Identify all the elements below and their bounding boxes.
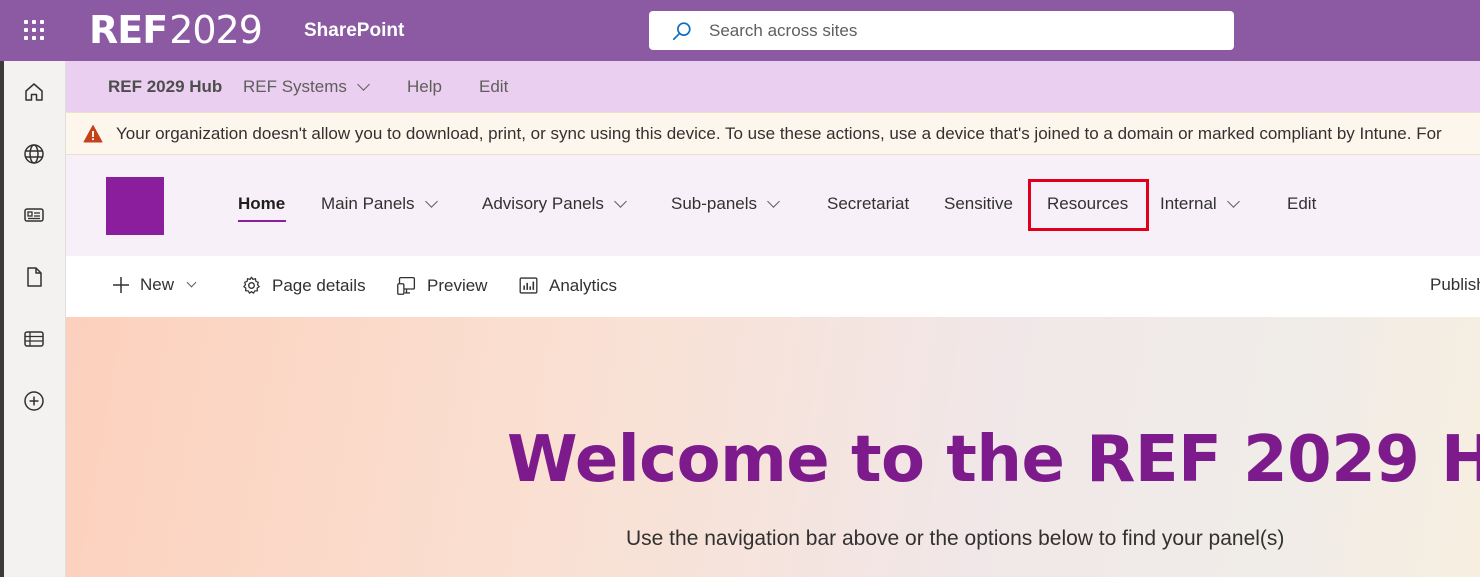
site-nav-item-main-panels[interactable]: Main Panels: [321, 194, 438, 214]
list-icon[interactable]: [22, 327, 46, 351]
file-icon[interactable]: [22, 265, 46, 289]
publish-button[interactable]: Publish: [1430, 275, 1480, 295]
warning-banner: Your organization doesn't allow you to d…: [66, 112, 1480, 155]
left-rail: [0, 61, 66, 577]
gear-icon: [243, 276, 260, 294]
hero-title: Welcome to the REF 2029 Hub: [507, 423, 1480, 497]
app-launcher-icon[interactable]: [24, 20, 44, 40]
hub-nav-item-label: REF Systems: [243, 76, 347, 96]
publish-label: Publish: [1430, 275, 1480, 294]
analytics-icon: [519, 277, 538, 294]
site-nav-item-label: Sensitive: [944, 194, 1013, 213]
new-button[interactable]: New: [112, 275, 197, 295]
site-nav-item-advisory-panels[interactable]: Advisory Panels: [482, 194, 627, 214]
chevron-down-icon: [767, 195, 780, 208]
highlight-annotation-box: [1028, 179, 1149, 231]
preview-button[interactable]: Preview: [396, 275, 487, 296]
site-nav-item-label: Secretariat: [827, 194, 910, 213]
search-box[interactable]: Search across sites: [649, 11, 1234, 50]
site-nav-item-label: Internal: [1160, 194, 1217, 213]
chevron-down-icon: [186, 277, 197, 288]
analytics-button[interactable]: Analytics: [518, 275, 617, 296]
site-nav-item-edit[interactable]: Edit: [1287, 194, 1316, 214]
new-button-label: New: [140, 275, 175, 294]
home-icon[interactable]: [22, 80, 46, 104]
site-nav-item-label: Main Panels: [321, 194, 415, 213]
hub-nav-item-label: Help: [407, 76, 442, 96]
chevron-down-icon: [1226, 195, 1240, 208]
brand-logo[interactable]: REF 2029: [89, 8, 263, 52]
hero-banner: Welcome to the REF 2029 Hub Use the navi…: [66, 317, 1480, 577]
page-details-button[interactable]: Page details: [241, 275, 366, 296]
analytics-label: Analytics: [549, 275, 618, 295]
site-nav-item-secretariat[interactable]: Secretariat: [827, 194, 909, 214]
active-nav-underline: [238, 220, 286, 222]
app-name[interactable]: SharePoint: [304, 20, 404, 42]
site-nav-item-sub-panels[interactable]: Sub-panels: [671, 194, 780, 214]
suite-bar: REF 2029 SharePoint Search across sites: [0, 0, 1480, 61]
add-icon[interactable]: [22, 389, 46, 413]
hub-nav-item-ref-systems[interactable]: REF Systems: [243, 76, 370, 97]
page-details-label: Page details: [272, 275, 366, 295]
hub-title[interactable]: REF 2029 Hub: [108, 77, 222, 97]
chevron-down-icon: [614, 195, 627, 208]
hub-nav-item-label: Edit: [479, 76, 509, 96]
hub-nav-item-help[interactable]: Help: [407, 77, 442, 97]
search-icon: [672, 21, 691, 40]
site-nav-item-label: Edit: [1287, 194, 1317, 213]
site-nav-item-home[interactable]: Home: [238, 194, 285, 214]
plus-icon: [113, 277, 129, 293]
site-logo[interactable]: [106, 177, 164, 235]
site-nav-item-label: Home: [238, 194, 286, 213]
hero-subtitle: Use the navigation bar above or the opti…: [626, 527, 1285, 550]
chevron-down-icon: [424, 195, 438, 208]
globe-icon[interactable]: [22, 142, 46, 166]
preview-label: Preview: [427, 275, 488, 295]
warning-icon: [83, 124, 103, 142]
site-nav-item-internal[interactable]: Internal: [1160, 194, 1240, 214]
command-bar: New Page details Preview Analytics Publi…: [66, 256, 1480, 317]
brand-logo-bold: REF: [89, 8, 168, 52]
site-nav-item-label: Sub-panels: [671, 194, 758, 213]
hub-nav-item-edit[interactable]: Edit: [479, 77, 508, 97]
brand-logo-light: 2029: [169, 8, 263, 52]
site-nav-item-sensitive[interactable]: Sensitive: [944, 194, 1013, 214]
search-input[interactable]: Search across sites: [709, 21, 857, 41]
preview-devices-icon: [397, 276, 416, 295]
news-icon[interactable]: [22, 203, 46, 227]
chevron-down-icon: [357, 77, 370, 91]
warning-message: Your organization doesn't allow you to d…: [116, 123, 1442, 143]
site-header: Home Main Panels Advisory Panels Sub-pan…: [66, 155, 1480, 256]
hub-nav: REF 2029 Hub REF Systems Help Edit: [66, 61, 1480, 112]
site-nav-item-label: Advisory Panels: [482, 194, 604, 213]
